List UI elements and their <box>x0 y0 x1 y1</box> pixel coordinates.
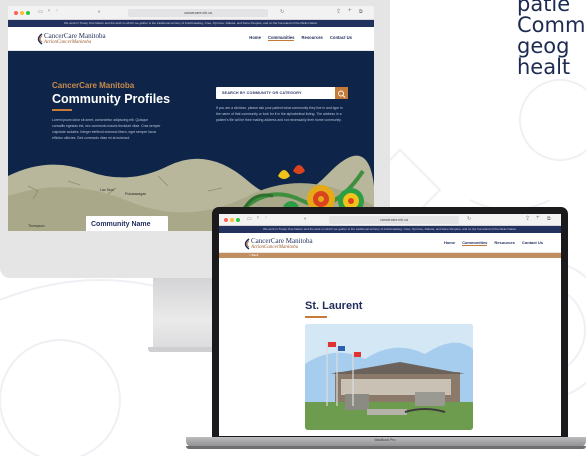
browser-toolbar: ▭ ‹ › ◐ cancercare.mb.ca ↻ ⇪ + ⧉ <box>8 6 374 20</box>
hero-title: Community Profiles <box>52 92 171 106</box>
search-button[interactable] <box>335 87 348 99</box>
search-label: SEARCH BY COMMUNITY OR CATEGORY <box>222 91 302 95</box>
address-bar-text: cancercare.mb.ca <box>380 218 408 222</box>
privacy-shield-icon: ◐ <box>304 216 308 222</box>
zoom-window-icon[interactable] <box>26 11 30 15</box>
forward-arrow-icon[interactable]: › <box>265 215 267 221</box>
map-place-label: Pukatawagan <box>125 192 147 196</box>
new-tab-icon[interactable]: + <box>536 215 540 221</box>
community-card[interactable]: Community Name <box>86 216 168 231</box>
back-arrow-icon[interactable]: ‹ <box>257 215 259 221</box>
nav-link-home[interactable]: Home <box>444 240 455 246</box>
hero-eyebrow: CancerCare Manitoba <box>52 81 135 90</box>
community-title: St. Laurent <box>305 300 363 312</box>
zoom-window-icon[interactable] <box>236 218 240 222</box>
logo-primary-text: CancerCare Manitoba <box>44 32 106 40</box>
side-caption-line: geog <box>517 34 570 58</box>
nav-link-resources[interactable]: Resources <box>494 240 514 246</box>
search-icon <box>338 90 346 98</box>
logo-secondary-text: ActionCancerManitoba <box>44 40 92 45</box>
share-icon[interactable]: ⇪ <box>525 215 530 222</box>
logo-primary-text: CancerCare Manitoba <box>251 237 313 245</box>
side-caption-line: healt <box>517 55 571 79</box>
close-window-icon[interactable] <box>14 11 18 15</box>
logo-secondary-text: ActionCancerManitoba <box>251 245 299 250</box>
hero-body: Lorem ipsum dolor sit amet, consectetur … <box>52 118 161 140</box>
macbook-screen: ▭ ‹ › ◐ cancercare.mb.ca ↻ ⇪ + ⧉ We work… <box>219 214 561 436</box>
community-search[interactable]: SEARCH BY COMMUNITY OR CATEGORY <box>216 87 348 99</box>
side-caption: patie Comm geog healt <box>517 0 585 78</box>
reload-icon[interactable]: ↻ <box>467 216 471 222</box>
minimize-window-icon[interactable] <box>230 218 234 222</box>
back-arrow-icon[interactable]: ‹ <box>48 8 50 14</box>
back-link[interactable]: < Back <box>219 253 561 258</box>
site-logo[interactable]: CancerCare Manitoba ActionCancerManitoba <box>244 237 313 251</box>
tab-overview-icon[interactable]: ⧉ <box>547 216 551 222</box>
site-header: CancerCare Manitoba ActionCancerManitoba… <box>8 27 374 51</box>
macbook-frame: ▭ ‹ › ◐ cancercare.mb.ca ↻ ⇪ + ⧉ We work… <box>212 207 568 439</box>
tab-overview-icon[interactable]: ⧉ <box>359 9 363 15</box>
reload-icon[interactable]: ↻ <box>280 9 284 15</box>
macbook-foot <box>186 446 586 449</box>
nav-link-communities[interactable]: Communities <box>462 240 488 246</box>
logo-mark-icon <box>37 33 43 45</box>
map-place-label: Thompson <box>28 224 45 228</box>
close-window-icon[interactable] <box>224 218 228 222</box>
sidebar-toggle-icon[interactable]: ▭ <box>38 9 43 15</box>
nav-link-contact[interactable]: Contact Us <box>330 35 352 41</box>
promo-stage: patie Comm geog healt ▭ ‹ › ◐ cancercare… <box>0 0 586 456</box>
nav-link-contact[interactable]: Contact Us <box>522 240 543 246</box>
hero-divider <box>52 109 72 111</box>
side-caption-line: Comm <box>517 13 586 37</box>
hero-section: Lac Seul Pukatawagan Thompson CancerCare… <box>8 51 374 231</box>
privacy-shield-icon: ◐ <box>98 9 102 15</box>
community-building-photo <box>305 324 473 430</box>
main-nav: Home Communities Resources Contact Us <box>249 35 352 41</box>
main-nav: Home Communities Resources Contact Us <box>444 240 543 246</box>
new-tab-icon[interactable]: + <box>348 8 352 14</box>
nav-link-home[interactable]: Home <box>249 35 261 41</box>
minimize-window-icon[interactable] <box>20 11 24 15</box>
sidebar-toggle-icon[interactable]: ▭ <box>247 216 252 222</box>
address-bar[interactable]: cancercare.mb.ca <box>128 9 268 17</box>
map-place-label: Lac Seul <box>100 188 114 192</box>
site-logo[interactable]: CancerCare Manitoba ActionCancerManitoba <box>37 32 106 46</box>
share-icon[interactable]: ⇪ <box>336 8 341 15</box>
macbook-label: MacBook Pro <box>374 438 396 442</box>
imac-screen: ▭ ‹ › ◐ cancercare.mb.ca ↻ ⇪ + ⧉ We work… <box>8 6 374 231</box>
forward-arrow-icon[interactable]: › <box>56 8 58 14</box>
nav-link-communities[interactable]: Communities <box>267 35 295 41</box>
search-help-text: If you are a clinician, please ask your … <box>216 106 343 122</box>
nav-link-resources[interactable]: Resources <box>301 35 322 41</box>
browser-toolbar: ▭ ‹ › ◐ cancercare.mb.ca ↻ ⇪ + ⧉ <box>219 214 561 226</box>
address-bar[interactable]: cancercare.mb.ca <box>329 216 459 224</box>
community-card-title: Community Name <box>91 221 151 228</box>
land-acknowledgement: We work in Treaty One Nation and the lan… <box>8 20 374 27</box>
site-header: CancerCare Manitoba ActionCancerManitoba… <box>219 233 561 253</box>
land-acknowledgement: We work in Treaty One Nation and the lan… <box>219 226 561 233</box>
address-bar-text: cancercare.mb.ca <box>184 11 212 15</box>
logo-mark-icon <box>244 238 250 250</box>
community-photo <box>305 324 473 430</box>
title-divider <box>305 316 327 318</box>
